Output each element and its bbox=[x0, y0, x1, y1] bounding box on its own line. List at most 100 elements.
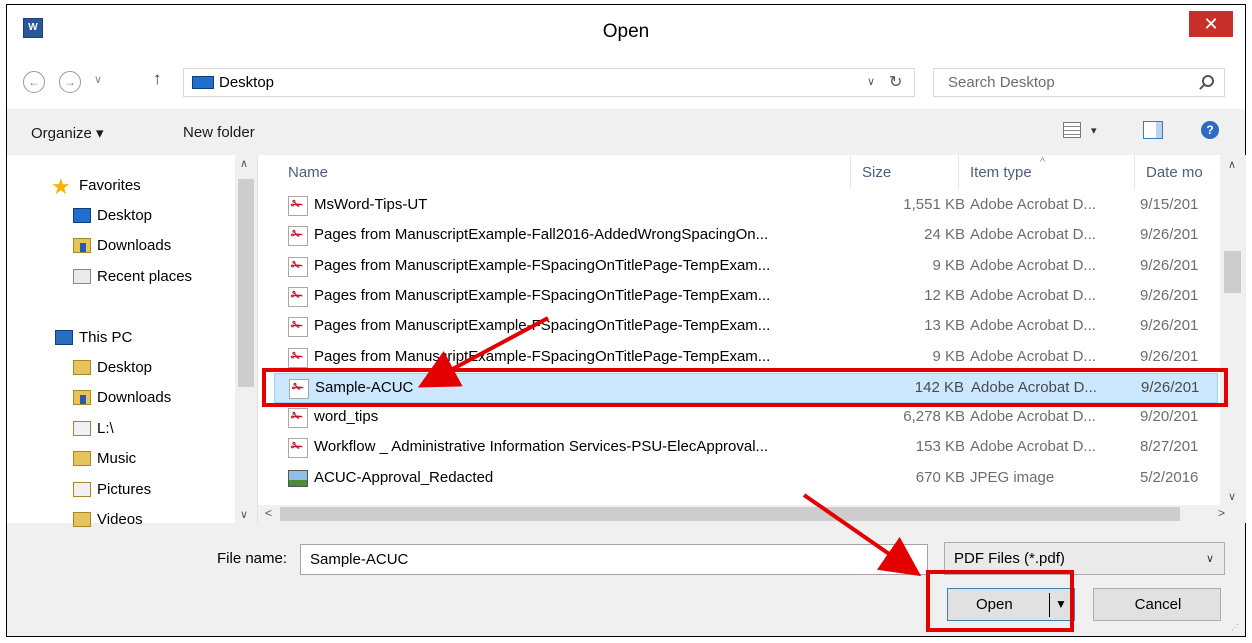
file-list: Name Size Item type ^ Date mo MsWord-Tip… bbox=[257, 155, 1246, 523]
pdf-icon bbox=[288, 317, 308, 338]
address-text[interactable]: Desktop bbox=[219, 74, 274, 91]
pdf-icon bbox=[288, 408, 308, 429]
change-view-icon[interactable] bbox=[1063, 122, 1081, 138]
scrollbar-thumb[interactable] bbox=[238, 179, 254, 387]
navigation-pane-scrollbar[interactable]: ∧ ∨ bbox=[235, 155, 257, 523]
file-type-cell: Adobe Acrobat D... bbox=[970, 226, 1096, 244]
file-type-cell: Adobe Acrobat D... bbox=[970, 196, 1096, 213]
file-name-cell: Pages from ManuscriptExample-Fall2016-Ad… bbox=[314, 226, 769, 244]
file-date-cell: 9/26/201 bbox=[1140, 347, 1199, 365]
videos-icon bbox=[73, 512, 91, 527]
navigation-pane: ★ Favorites Desktop Downloads Recent pla… bbox=[7, 155, 257, 528]
file-name-cell: MsWord-Tips-UT bbox=[314, 196, 428, 213]
file-name-value[interactable]: Sample-ACUC bbox=[310, 551, 408, 568]
cancel-button[interactable]: Cancel bbox=[1093, 588, 1221, 621]
column-divider[interactable] bbox=[1134, 155, 1135, 189]
table-row[interactable]: MsWord-Tips-UT 1,551 KB Adobe Acrobat D...… bbox=[274, 191, 1218, 221]
scroll-down-icon[interactable]: ∨ bbox=[1228, 490, 1236, 503]
table-row[interactable]: Pages from ManuscriptExample-FSpacingOnT… bbox=[274, 312, 1218, 342]
column-divider[interactable] bbox=[850, 155, 851, 189]
close-button[interactable]: ✕ bbox=[1189, 11, 1233, 37]
file-size-cell: 13 KB bbox=[924, 317, 965, 335]
up-one-level-button[interactable]: ↑ bbox=[153, 69, 162, 89]
view-options-chevron-icon[interactable]: ▾ bbox=[1091, 124, 1097, 137]
back-button[interactable]: ← bbox=[23, 71, 45, 93]
pdf-icon bbox=[288, 286, 308, 307]
file-size-cell: 6,278 KB bbox=[903, 408, 965, 426]
search-icon[interactable] bbox=[1202, 75, 1214, 87]
file-name-cell: Pages from ManuscriptExample-FSpacingOnT… bbox=[314, 317, 771, 335]
file-list-horizontal-scrollbar[interactable]: < > bbox=[258, 505, 1246, 523]
file-name-label: File name: bbox=[217, 550, 288, 567]
file-date-cell: 9/26/201 bbox=[1140, 317, 1199, 335]
recent-locations-chevron-icon[interactable]: ∨ bbox=[94, 73, 102, 86]
column-header-item-type[interactable]: Item type ^ bbox=[970, 156, 1045, 181]
file-type-value: PDF Files (*.pdf) bbox=[954, 550, 1065, 567]
file-size-cell: 153 KB bbox=[915, 438, 965, 456]
scroll-up-icon[interactable]: ∧ bbox=[240, 157, 248, 170]
scroll-up-icon[interactable]: ∧ bbox=[1228, 158, 1236, 171]
column-header-size[interactable]: Size bbox=[862, 164, 891, 181]
file-date-cell: 9/26/201 bbox=[1140, 226, 1199, 244]
address-dropdown-icon[interactable]: ∨ bbox=[867, 75, 875, 88]
pdf-icon bbox=[288, 196, 308, 216]
refresh-icon[interactable]: ↻ bbox=[889, 72, 902, 92]
forward-button[interactable]: → bbox=[59, 71, 81, 93]
file-date-cell: 8/27/201 bbox=[1140, 438, 1199, 456]
table-row[interactable]: Pages from ManuscriptExample-Fall2016-Ad… bbox=[274, 221, 1218, 251]
title-bar: W Open ✕ bbox=[7, 5, 1245, 57]
open-button-highlight-box bbox=[926, 570, 1074, 632]
file-size-cell: 1,551 KB bbox=[903, 196, 965, 213]
file-name-cell: Pages from ManuscriptExample-FSpacingOnT… bbox=[314, 286, 771, 304]
sort-ascending-icon: ^ bbox=[1040, 156, 1046, 168]
resize-grip-icon[interactable]: ⋰ bbox=[1231, 623, 1239, 632]
table-row[interactable]: word_tips 6,278 KB Adobe Acrobat D... 9/20/… bbox=[274, 403, 1218, 433]
file-type-cell: Adobe Acrobat D... bbox=[970, 347, 1096, 365]
file-type-cell: Adobe Acrobat D... bbox=[970, 408, 1096, 426]
file-size-cell: 24 KB bbox=[924, 226, 965, 244]
file-size-cell: 12 KB bbox=[924, 286, 965, 304]
pdf-icon bbox=[288, 226, 308, 247]
file-type-cell: Adobe Acrobat D... bbox=[970, 286, 1096, 304]
star-icon: ★ bbox=[51, 174, 71, 199]
file-date-cell: 9/20/201 bbox=[1140, 408, 1199, 426]
search-input[interactable]: Search Desktop bbox=[948, 74, 1055, 91]
column-header-date-modified[interactable]: Date mo bbox=[1146, 164, 1203, 181]
scrollbar-thumb[interactable] bbox=[1224, 251, 1241, 293]
selected-file-highlight-box bbox=[262, 368, 1228, 407]
new-folder-button[interactable]: New folder bbox=[183, 124, 255, 141]
scroll-down-icon[interactable]: ∨ bbox=[240, 508, 248, 521]
pictures-icon bbox=[73, 482, 91, 497]
scrollbar-thumb[interactable] bbox=[280, 507, 1180, 521]
file-name-cell: ACUC-Approval_Redacted bbox=[314, 468, 494, 486]
preview-pane-icon[interactable] bbox=[1143, 121, 1163, 139]
scroll-left-icon[interactable]: < bbox=[265, 506, 272, 520]
file-name-cell: Pages from ManuscriptExample-FSpacingOnT… bbox=[314, 347, 771, 365]
recent-places-icon bbox=[73, 269, 91, 284]
scroll-right-icon[interactable]: > bbox=[1218, 506, 1225, 520]
chevron-down-icon[interactable]: ∨ bbox=[1206, 552, 1214, 565]
desktop-icon bbox=[192, 76, 214, 89]
file-name-cell: word_tips bbox=[314, 408, 379, 426]
table-row[interactable]: Pages from ManuscriptExample-FSpacingOnT… bbox=[274, 252, 1218, 282]
search-box[interactable]: Search Desktop bbox=[933, 68, 1225, 97]
file-type-cell: Adobe Acrobat D... bbox=[970, 256, 1096, 274]
file-list-vertical-scrollbar[interactable]: ∧ ∨ bbox=[1220, 155, 1246, 505]
drive-icon bbox=[73, 421, 91, 436]
music-icon bbox=[73, 451, 91, 466]
column-header-name[interactable]: Name bbox=[288, 164, 328, 181]
table-row[interactable]: Pages from ManuscriptExample-FSpacingOnT… bbox=[274, 282, 1218, 312]
table-row[interactable]: Workflow _ Administrative Information Se… bbox=[274, 433, 1218, 463]
table-row[interactable]: ACUC-Approval_Redacted 670 KB JPEG image 5/… bbox=[274, 464, 1218, 494]
address-bar[interactable]: Desktop ∨ ↻ bbox=[183, 68, 915, 97]
image-icon bbox=[288, 469, 308, 487]
organize-button[interactable]: Organize ▾ bbox=[31, 124, 104, 142]
file-date-cell: 5/2/2016 bbox=[1140, 468, 1199, 486]
pdf-icon bbox=[288, 347, 308, 368]
column-divider[interactable] bbox=[958, 155, 959, 189]
file-name-field[interactable]: Sample-ACUC bbox=[300, 544, 928, 575]
help-icon[interactable]: ? bbox=[1201, 121, 1219, 139]
file-size-cell: 9 KB bbox=[932, 256, 965, 274]
cancel-button-label[interactable]: Cancel bbox=[1094, 596, 1222, 613]
command-toolbar: Organize ▾ New folder ▾ ? bbox=[7, 109, 1245, 155]
